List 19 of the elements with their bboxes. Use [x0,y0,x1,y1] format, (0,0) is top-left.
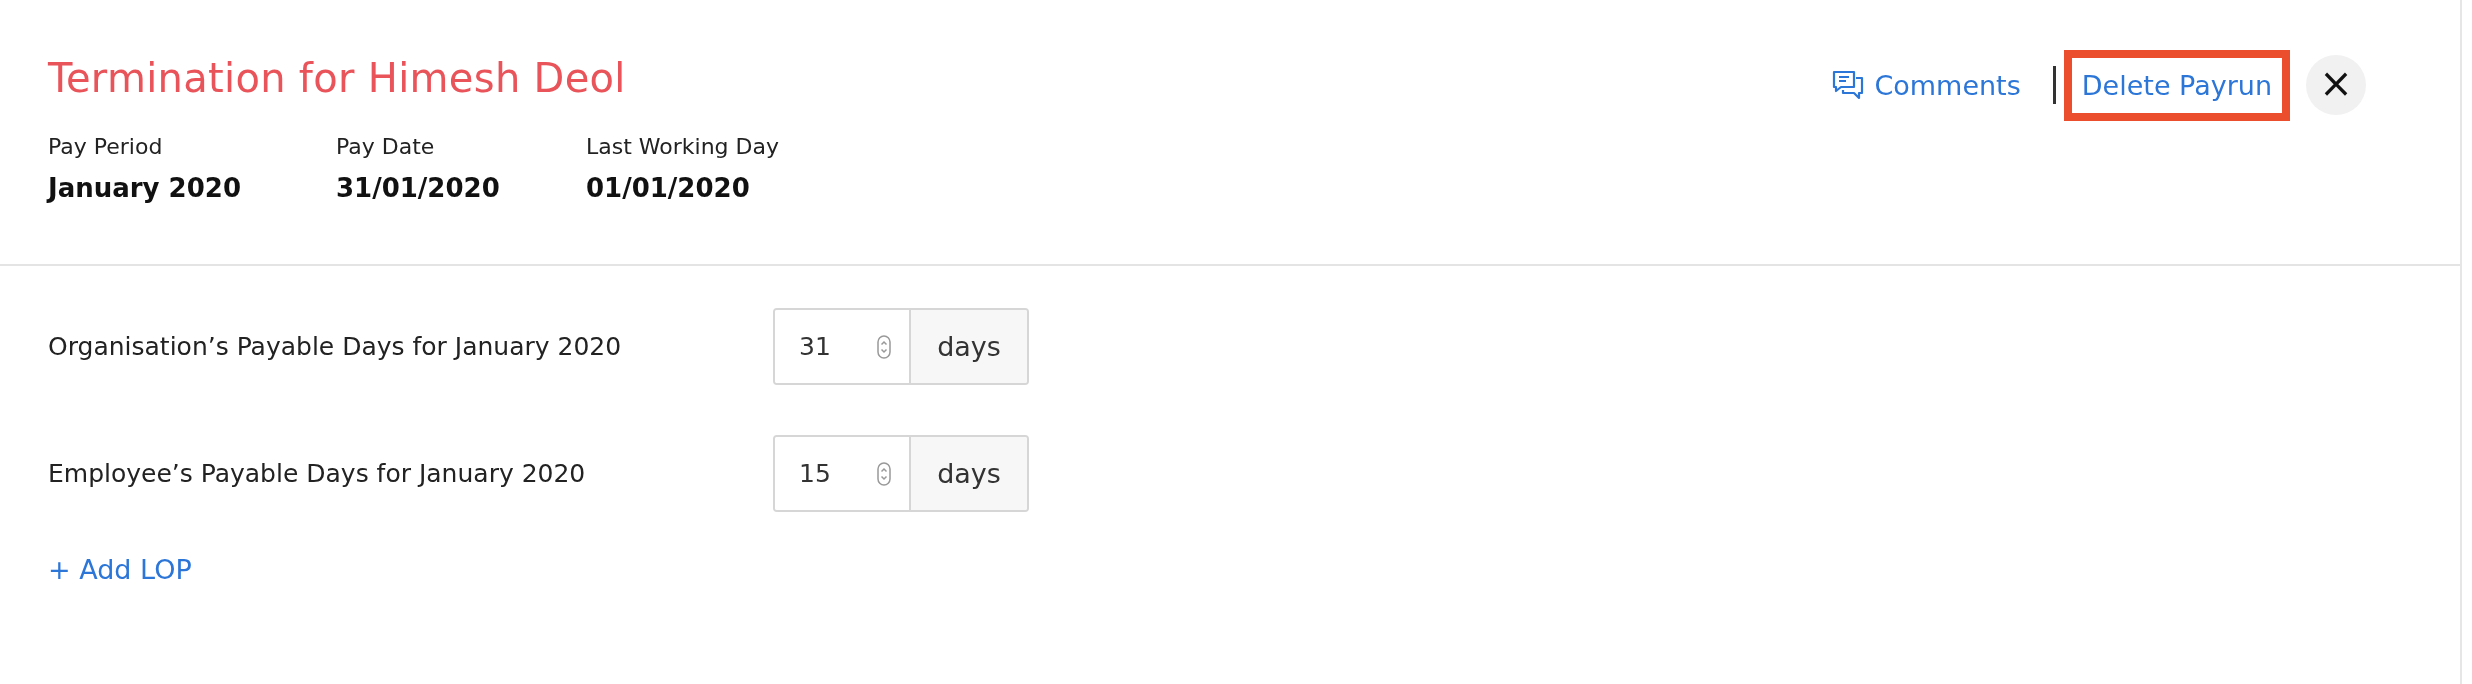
field-label: Organisation’s Payable Days for January 2020 [48,332,623,361]
delete-payrun-button[interactable]: Delete Payrun [2063,49,2290,121]
unit-addon: days [911,437,1027,510]
summary-label: Pay Date [336,134,436,159]
field-label: Employee’s Payable Days for January 2020 [48,459,587,488]
summary-value: 31/01/2020 [336,173,501,203]
add-lop-link[interactable]: + Add LOP [48,554,192,585]
page-title: Termination for Himesh Deol [48,55,626,101]
summary-value: January 2020 [48,173,242,203]
comments-icon [1832,70,1865,100]
close-button[interactable]: × [2306,55,2366,115]
number-field[interactable]: 31 [775,310,911,383]
summary-label: Last Working Day [586,134,780,159]
spinner-icon[interactable] [877,334,891,359]
unit-addon: days [911,310,1027,383]
summary-value: 01/01/2020 [586,173,751,203]
number-field[interactable]: 15 [775,437,911,510]
spinner-icon[interactable] [877,461,891,486]
summary-label: Pay Period [48,134,164,159]
